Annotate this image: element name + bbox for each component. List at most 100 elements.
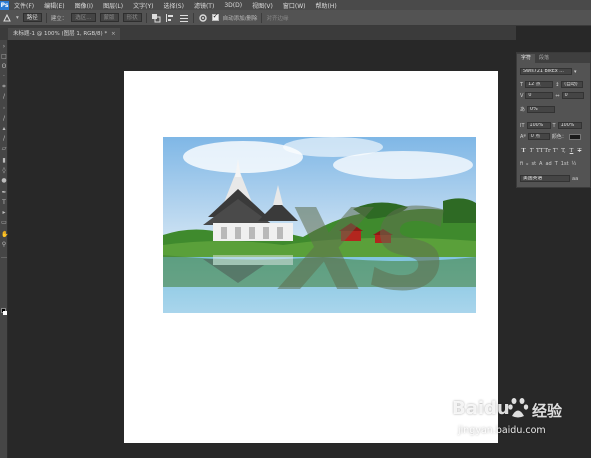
language-select[interactable]: 美国英语: [520, 175, 570, 182]
titling-icon[interactable]: ad: [545, 161, 551, 167]
subscript-button[interactable]: T,: [560, 148, 567, 155]
kerning-field[interactable]: 0: [525, 92, 554, 99]
align-edges-label[interactable]: 对齐边缘: [266, 14, 288, 22]
healing-brush-tool-icon[interactable]: ◦: [1, 106, 7, 112]
path-operations-icon[interactable]: [151, 13, 161, 23]
marquee-tool-icon[interactable]: □: [1, 54, 7, 60]
photo-layer[interactable]: XS: [163, 137, 476, 313]
faux-bold-button[interactable]: T: [520, 148, 527, 155]
selection-button[interactable]: 选区...: [71, 13, 96, 22]
horizontal-scale-icon: T: [552, 122, 556, 129]
ordinal-icon[interactable]: T: [555, 161, 558, 167]
menu-file[interactable]: 文件(F): [9, 1, 39, 10]
document-tab[interactable]: 未标题-1 @ 100% (图层 1, RGB/8) * ×: [8, 28, 120, 40]
history-brush-tool-icon[interactable]: /: [1, 136, 7, 142]
baidu-watermark: Baidu 经验 jingyan.baidu.com: [452, 396, 584, 440]
menu-help[interactable]: 帮助(H): [311, 1, 342, 10]
strikethrough-button[interactable]: T: [576, 148, 583, 155]
quick-select-tool-icon[interactable]: ·: [1, 74, 7, 80]
chevron-down-icon[interactable]: ▾: [574, 69, 577, 75]
ligature-icon[interactable]: fi: [520, 161, 523, 167]
tracking-field[interactable]: 0: [561, 92, 584, 99]
horizontal-scale-field[interactable]: 100%: [557, 122, 582, 129]
path-alignment-icon[interactable]: [165, 13, 175, 23]
document-tab-label: 未标题-1 @ 100% (图层 1, RGB/8) *: [13, 31, 108, 37]
discretionary-icon[interactable]: ℴ: [526, 161, 528, 167]
watermark-brand: Baidu: [452, 398, 510, 419]
tsume-field[interactable]: 0%: [527, 106, 556, 113]
underline-button[interactable]: T: [568, 148, 575, 155]
gradient-tool-icon[interactable]: ▮: [1, 158, 7, 164]
small-caps-button[interactable]: Tr: [544, 148, 551, 155]
more-tools-icon[interactable]: …: [1, 254, 7, 260]
blur-tool-icon[interactable]: ◊: [1, 168, 7, 174]
overlay-text: XS: [277, 186, 450, 313]
tool-preset-arrow-icon[interactable]: ▾: [16, 15, 19, 21]
eyedropper-tool-icon[interactable]: /: [1, 94, 7, 100]
swash-icon[interactable]: st: [531, 161, 536, 167]
type-tool-icon[interactable]: T: [1, 200, 7, 206]
move-tool-icon[interactable]: ›: [1, 44, 7, 50]
menu-select[interactable]: 选择(S): [158, 1, 189, 10]
all-caps-button[interactable]: TT: [536, 148, 543, 155]
crop-tool-icon[interactable]: ⌗: [1, 84, 7, 90]
font-size-icon: T: [520, 81, 524, 88]
text-color-swatch[interactable]: [568, 133, 581, 140]
menu-layer[interactable]: 图层(L): [98, 1, 128, 10]
faux-italic-button[interactable]: T: [528, 148, 535, 155]
leading-field[interactable]: (自动): [561, 81, 584, 88]
pen-tool-icon[interactable]: ✒: [1, 190, 7, 196]
menu-bar: Ps 文件(F) 编辑(E) 图像(I) 图层(L) 文字(Y) 选择(S) 滤…: [0, 0, 591, 10]
fraction-icon[interactable]: 1st: [561, 161, 569, 167]
pen-tool-icon[interactable]: [2, 13, 12, 23]
menu-image[interactable]: 图像(I): [70, 1, 98, 10]
landscape-photo: XS: [163, 137, 476, 313]
document-tab-bar: 未标题-1 @ 100% (图层 1, RGB/8) * ×: [0, 26, 516, 40]
photoshop-logo-icon[interactable]: Ps: [0, 0, 9, 10]
path-selection-tool-icon[interactable]: ▸: [1, 210, 7, 216]
menu-type[interactable]: 文字(Y): [128, 1, 158, 10]
auto-add-delete-checkbox[interactable]: [211, 12, 219, 21]
tracking-icon: ⇔: [555, 92, 560, 99]
shape-button[interactable]: 形状: [122, 13, 142, 22]
menu-filter[interactable]: 滤镜(T): [189, 1, 219, 10]
auto-add-delete-label: 自动添加/删除: [222, 15, 258, 22]
dodge-tool-icon[interactable]: ●: [1, 178, 7, 184]
lasso-tool-icon[interactable]: ʘ: [1, 64, 7, 70]
font-size-field[interactable]: 12 点: [525, 81, 554, 88]
hand-tool-icon[interactable]: ✋: [1, 232, 8, 238]
menu-3d[interactable]: 3D(D): [219, 2, 247, 9]
baseline-shift-field[interactable]: 0 点: [527, 133, 550, 140]
divider: [192, 12, 194, 23]
make-label: 建立：: [50, 15, 68, 22]
gear-icon[interactable]: [198, 13, 208, 23]
color-label: 颜色：: [551, 134, 567, 140]
close-icon[interactable]: ×: [111, 31, 116, 37]
tsume-icon: あ: [520, 107, 526, 113]
rectangle-tool-icon[interactable]: ▭: [1, 220, 7, 226]
mode-select[interactable]: 路径: [22, 13, 42, 22]
background-color-swatch[interactable]: [3, 311, 7, 315]
half-icon[interactable]: ½: [572, 161, 577, 167]
menu-view[interactable]: 视图(V): [247, 1, 278, 10]
menu-edit[interactable]: 编辑(E): [39, 1, 69, 10]
tab-character[interactable]: 字符: [517, 54, 536, 63]
font-family-select[interactable]: Swis721 BlkEx ...: [520, 68, 572, 75]
baseline-shift-icon: Aª: [520, 133, 526, 140]
xs-overlay-letters: XS: [277, 186, 450, 313]
divider: [45, 12, 47, 23]
eraser-tool-icon[interactable]: ▱: [1, 146, 7, 152]
path-arrangement-icon[interactable]: [179, 13, 189, 23]
brush-tool-icon[interactable]: /: [1, 116, 7, 122]
paw-icon: [508, 398, 529, 418]
menu-window[interactable]: 窗口(W): [278, 1, 311, 10]
stylistic-icon[interactable]: A: [539, 161, 542, 167]
vertical-scale-field[interactable]: 100%: [526, 122, 551, 129]
tab-paragraph[interactable]: 段落: [535, 54, 553, 63]
superscript-button[interactable]: T': [552, 148, 559, 155]
leading-icon: ↕: [555, 81, 560, 88]
antialias-icon: aa: [572, 175, 579, 182]
zoom-tool-icon[interactable]: ⚲: [1, 242, 7, 248]
clone-stamp-tool-icon[interactable]: ▴: [1, 126, 7, 132]
mask-button[interactable]: 蒙版: [99, 13, 119, 22]
